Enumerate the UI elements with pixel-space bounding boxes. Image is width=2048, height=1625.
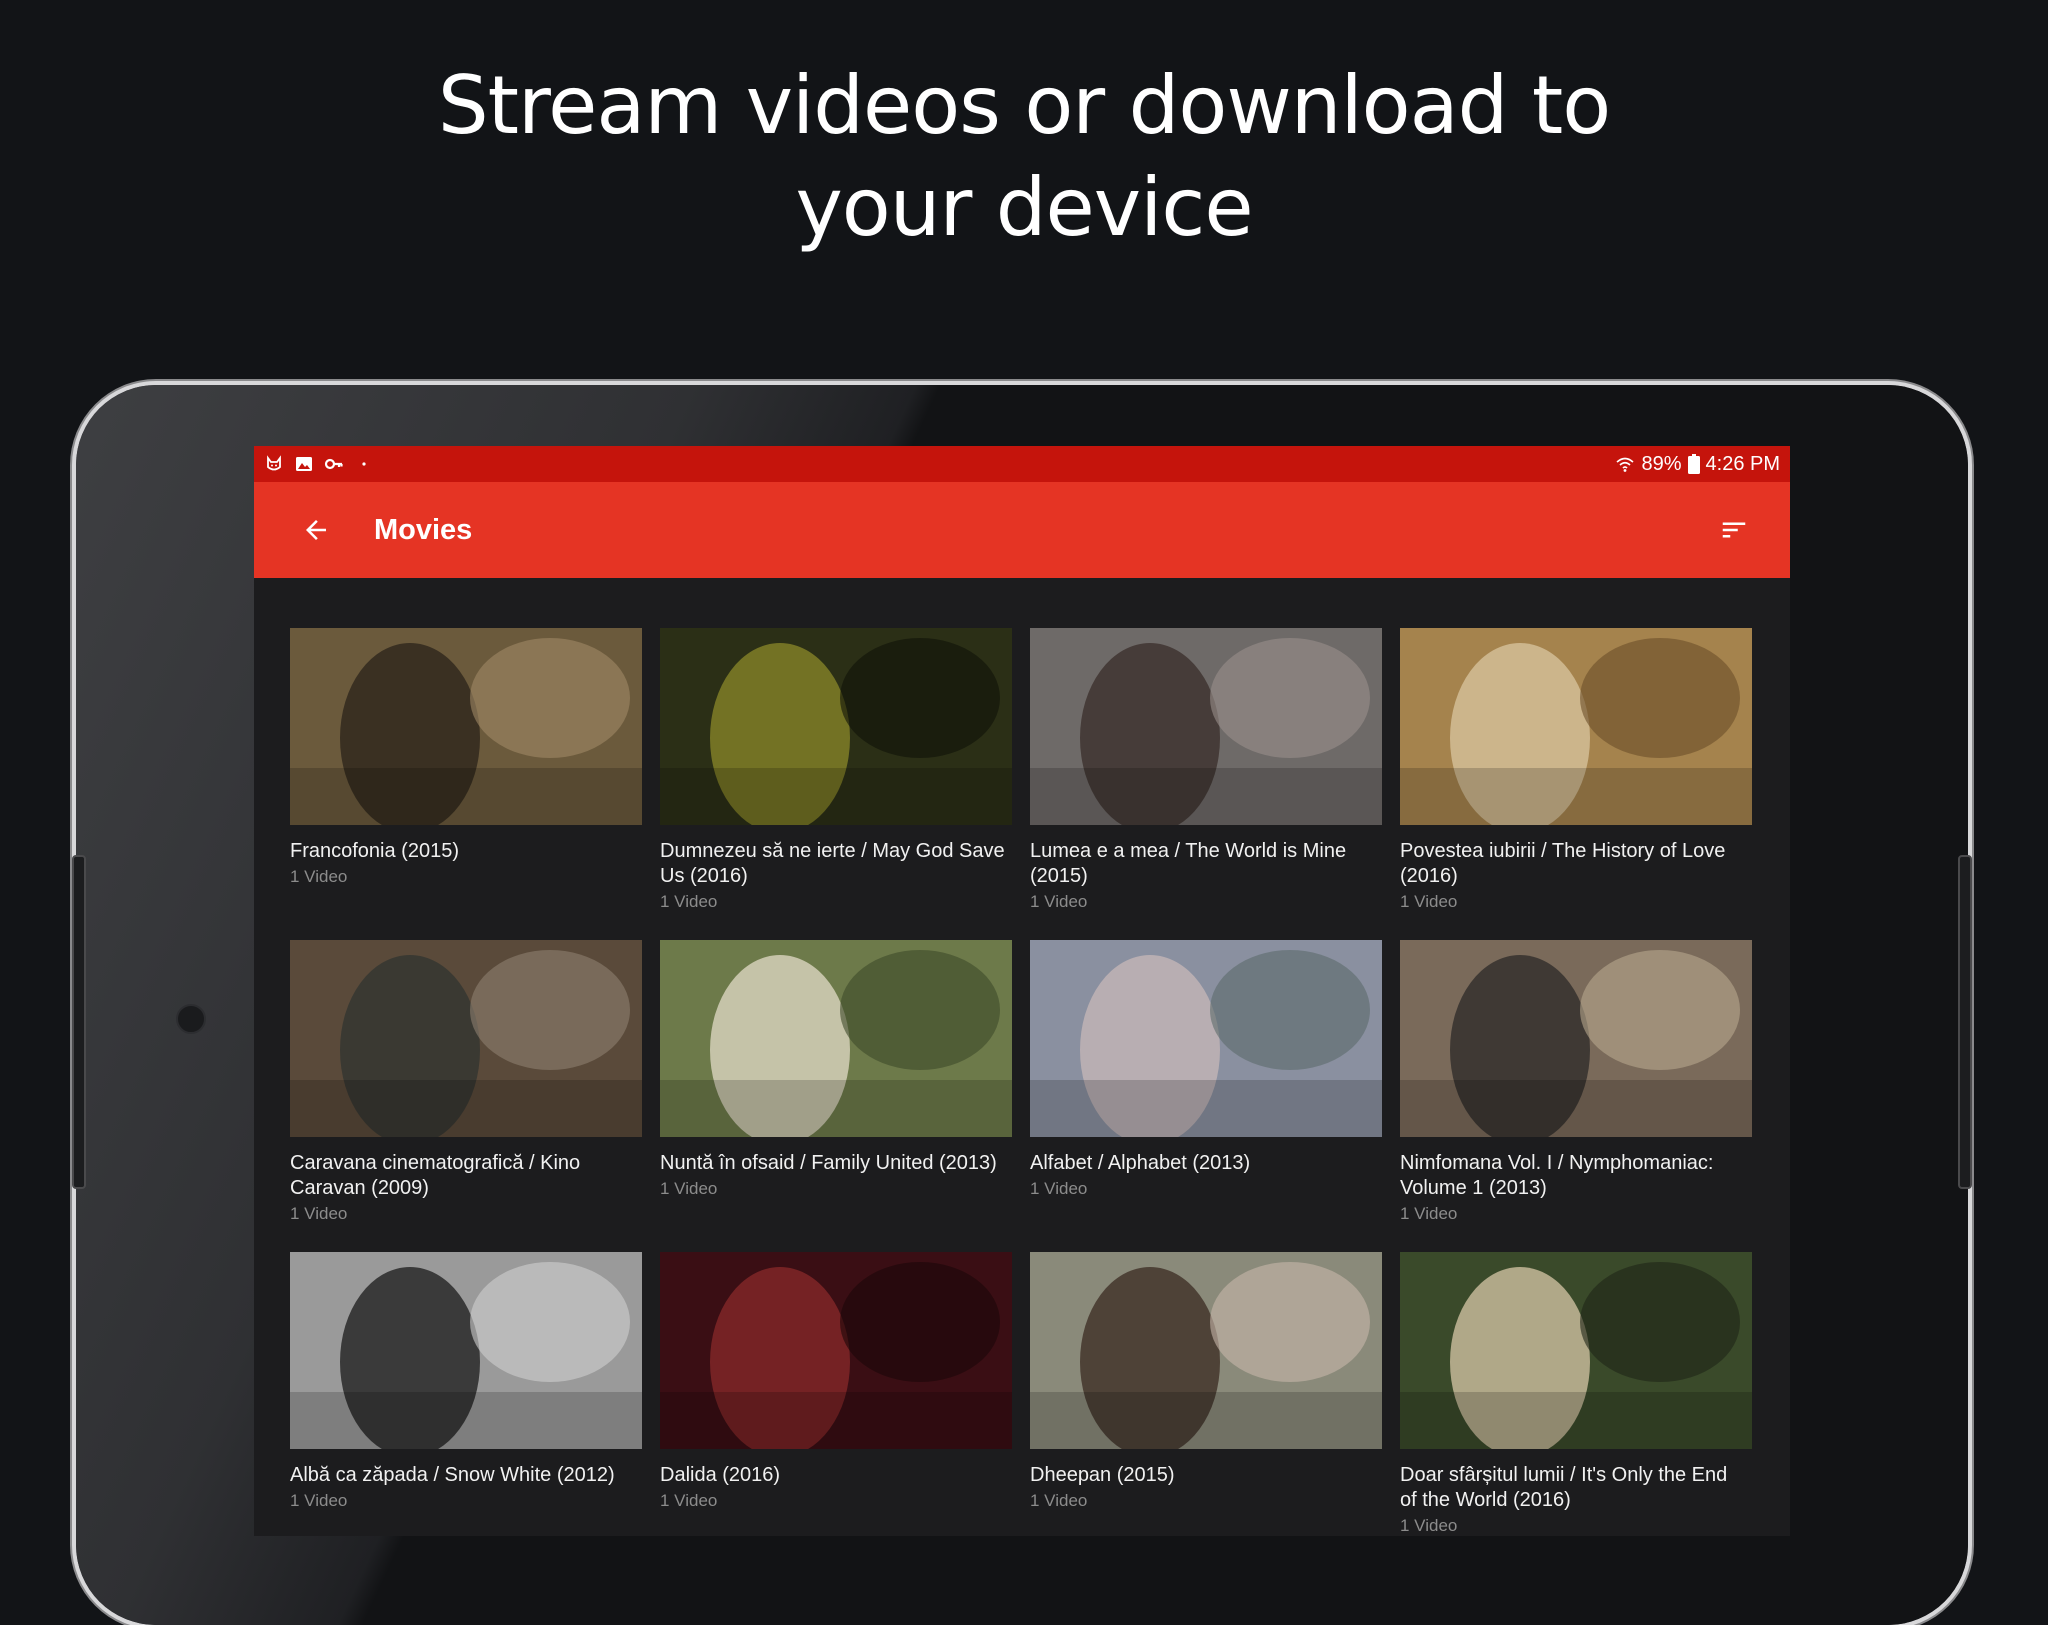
movie-thumbnail[interactable]	[1400, 940, 1752, 1137]
key-icon	[324, 458, 343, 470]
status-time: 4:26 PM	[1705, 452, 1780, 475]
movie-thumbnail[interactable]	[1030, 940, 1382, 1137]
image-icon	[296, 457, 312, 471]
movie-grid: Francofonia (2015) 1 Video Dumnezeu să n…	[290, 628, 1754, 1536]
movie-title: Dumnezeu să ne ierte / May God Save Us (…	[660, 840, 1005, 887]
page-title: Movies	[374, 513, 473, 546]
movie-title: Dalida (2016)	[660, 1464, 781, 1486]
movie-title: Nuntă în ofsaid / Family United (2013)	[660, 1152, 997, 1174]
movie-card[interactable]: Dumnezeu să ne ierte / May God Save Us (…	[660, 628, 1012, 940]
movie-title: Nimfomana Vol. I / Nymphomaniac: Volume …	[1400, 1152, 1714, 1199]
status-icons-left	[264, 454, 374, 474]
movie-thumbnail[interactable]	[290, 940, 642, 1137]
movie-card[interactable]: Caravana cinematografică / Kino Caravan …	[290, 940, 642, 1252]
tablet-screen: 89% 4:26 PM Movies Francofonia (2015) 1 …	[254, 446, 1790, 1536]
arrow-back-icon	[306, 520, 326, 540]
headline: Stream videos or download to your device	[0, 55, 2048, 259]
movie-video-count: 1 Video	[1030, 892, 1088, 911]
movie-video-count: 1 Video	[660, 1179, 718, 1198]
movie-title: Dheepan (2015)	[1030, 1464, 1175, 1486]
movie-thumbnail[interactable]	[660, 628, 1012, 825]
back-button[interactable]	[286, 500, 346, 560]
movie-title: Albă ca zăpada / Snow White (2012)	[290, 1464, 615, 1486]
movie-thumbnail[interactable]	[1400, 628, 1752, 825]
movie-thumbnail[interactable]	[1030, 628, 1382, 825]
wifi-icon	[1616, 457, 1635, 472]
movie-card[interactable]: Doar sfârșitul lumii / It's Only the End…	[1400, 1252, 1752, 1536]
movie-thumbnail[interactable]	[1400, 1252, 1752, 1449]
movie-card[interactable]: Dalida (2016) 1 Video	[660, 1252, 1012, 1536]
movie-card[interactable]: Dheepan (2015) 1 Video	[1030, 1252, 1382, 1536]
movie-card[interactable]: Albă ca zăpada / Snow White (2012) 1 Vid…	[290, 1252, 642, 1536]
battery-icon	[1687, 454, 1700, 474]
movie-card[interactable]: Nuntă în ofsaid / Family United (2013) 1…	[660, 940, 1012, 1252]
movie-card[interactable]: Nimfomana Vol. I / Nymphomaniac: Volume …	[1400, 940, 1752, 1252]
movie-video-count: 1 Video	[1400, 1516, 1458, 1535]
sort-icon	[1722, 522, 1746, 538]
movie-card[interactable]: Francofonia (2015) 1 Video	[290, 628, 642, 940]
cat-icon	[267, 455, 281, 471]
sort-button[interactable]	[1706, 502, 1762, 558]
movie-title: Doar sfârșitul lumii / It's Only the End…	[1400, 1464, 1728, 1511]
front-camera	[176, 1004, 206, 1034]
movie-video-count: 1 Video	[290, 1204, 348, 1223]
movie-title: Caravana cinematografică / Kino Caravan …	[290, 1152, 581, 1199]
movie-thumbnail[interactable]	[1030, 1252, 1382, 1449]
status-icons-right: 89% 4:26 PM	[1615, 453, 1780, 476]
movie-card[interactable]: Alfabet / Alphabet (2013) 1 Video	[1030, 940, 1382, 1252]
movie-video-count: 1 Video	[660, 1491, 718, 1510]
movie-title: Povestea iubirii / The History of Love (…	[1400, 840, 1726, 887]
headline-line-2: your device	[795, 161, 1253, 254]
movie-video-count: 1 Video	[1030, 1179, 1088, 1198]
movie-card[interactable]: Povestea iubirii / The History of Love (…	[1400, 628, 1752, 940]
movie-video-count: 1 Video	[1400, 892, 1458, 911]
movie-title: Alfabet / Alphabet (2013)	[1030, 1152, 1251, 1174]
home-side-button	[72, 855, 86, 1189]
movie-video-count: 1 Video	[1400, 1204, 1458, 1223]
battery-percent: 89%	[1641, 452, 1682, 475]
movie-video-count: 1 Video	[660, 892, 718, 911]
status-bar: 89% 4:26 PM	[254, 446, 1790, 482]
right-side-button	[1958, 855, 1972, 1189]
app-bar: Movies	[254, 482, 1790, 578]
movie-title: Francofonia (2015)	[290, 840, 459, 862]
dot-icon	[362, 462, 366, 466]
movie-video-count: 1 Video	[1030, 1491, 1088, 1510]
headline-line-1: Stream videos or download to	[437, 59, 1611, 152]
movie-video-count: 1 Video	[290, 1491, 348, 1510]
movie-thumbnail[interactable]	[660, 940, 1012, 1137]
movie-thumbnail[interactable]	[290, 628, 642, 825]
movie-thumbnail[interactable]	[290, 1252, 642, 1449]
movie-title: Lumea e a mea / The World is Mine (2015)	[1030, 840, 1347, 887]
movie-video-count: 1 Video	[290, 867, 348, 886]
movie-thumbnail[interactable]	[660, 1252, 1012, 1449]
movie-card[interactable]: Lumea e a mea / The World is Mine (2015)…	[1030, 628, 1382, 940]
